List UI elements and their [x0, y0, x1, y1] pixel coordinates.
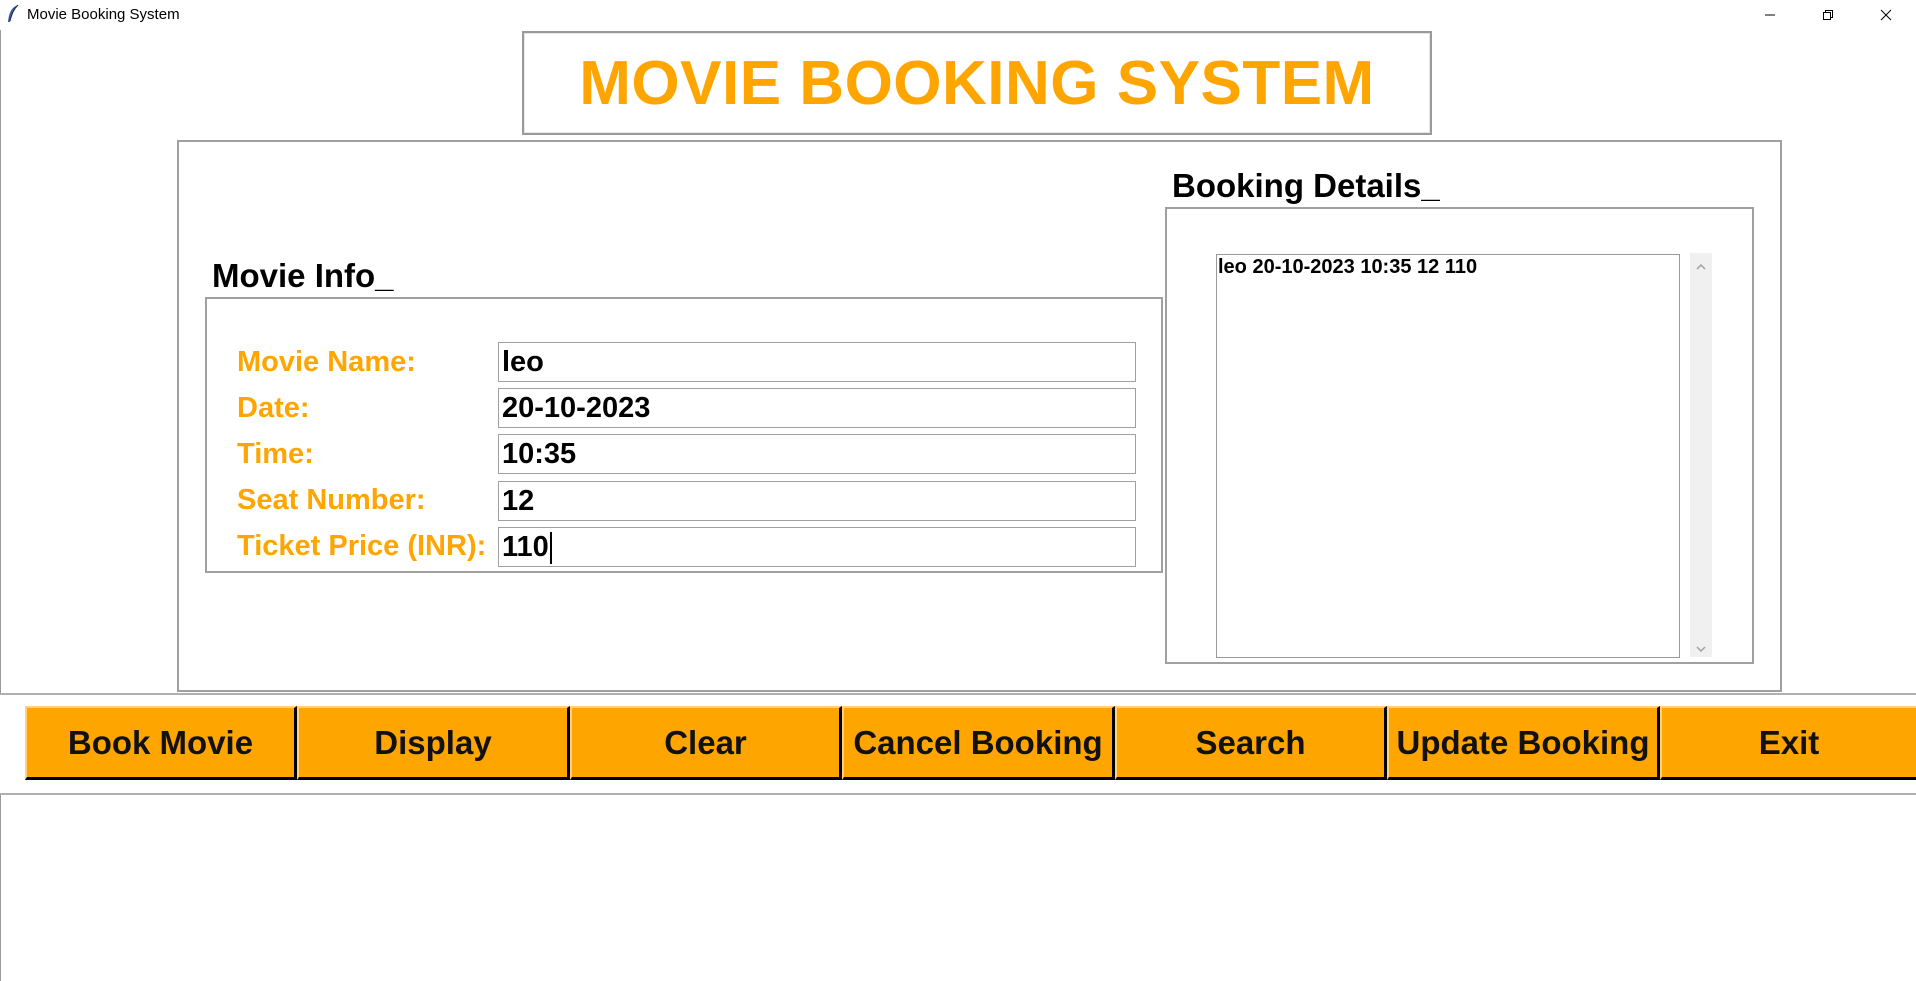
book-movie-button[interactable]: Book Movie	[25, 706, 297, 780]
listbox-scrollbar[interactable]	[1690, 253, 1712, 657]
ticket-price-input[interactable]: 110	[498, 527, 1136, 567]
window-titlebar: Movie Booking System	[0, 0, 1916, 30]
minimize-button[interactable]	[1741, 0, 1799, 30]
scroll-down-icon[interactable]	[1696, 641, 1706, 653]
movie-name-input[interactable]: leo	[498, 342, 1136, 382]
restore-button[interactable]	[1799, 0, 1857, 30]
cancel-booking-button[interactable]: Cancel Booking	[842, 706, 1115, 780]
close-button[interactable]	[1857, 0, 1915, 30]
date-label: Date:	[237, 392, 310, 424]
text-cursor	[549, 532, 552, 565]
feather-icon	[4, 4, 22, 24]
clear-button[interactable]: Clear	[570, 706, 842, 780]
seat-number-input[interactable]: 12	[498, 481, 1136, 521]
ticket-price-label: Ticket Price (INR):	[237, 530, 487, 562]
movie-name-label: Movie Name:	[237, 346, 416, 378]
seat-number-label: Seat Number:	[237, 484, 426, 516]
minimize-icon	[1764, 9, 1776, 21]
exit-button[interactable]: Exit	[1660, 706, 1916, 780]
booking-details-label: Booking Details_	[1172, 167, 1446, 205]
restore-icon	[1822, 9, 1834, 21]
time-label: Time:	[237, 438, 314, 470]
search-button[interactable]: Search	[1115, 706, 1387, 780]
display-button[interactable]: Display	[297, 706, 570, 780]
window-title: Movie Booking System	[27, 6, 180, 23]
window-left-border	[0, 30, 1, 981]
app-title-frame: MOVIE BOOKING SYSTEM	[522, 31, 1432, 135]
close-icon	[1880, 9, 1892, 21]
list-item[interactable]: leo 20-10-2023 10:35 12 110	[1217, 255, 1679, 280]
movie-info-label: Movie Info_	[212, 257, 400, 295]
ticket-price-value: 110	[502, 531, 549, 563]
date-input[interactable]: 20-10-2023	[498, 388, 1136, 428]
scroll-up-icon[interactable]	[1696, 259, 1706, 270]
time-input[interactable]: 10:35	[498, 434, 1136, 474]
app-title: MOVIE BOOKING SYSTEM	[579, 48, 1375, 118]
update-booking-button[interactable]: Update Booking	[1387, 706, 1660, 780]
booking-listbox[interactable]: leo 20-10-2023 10:35 12 110	[1216, 254, 1680, 658]
